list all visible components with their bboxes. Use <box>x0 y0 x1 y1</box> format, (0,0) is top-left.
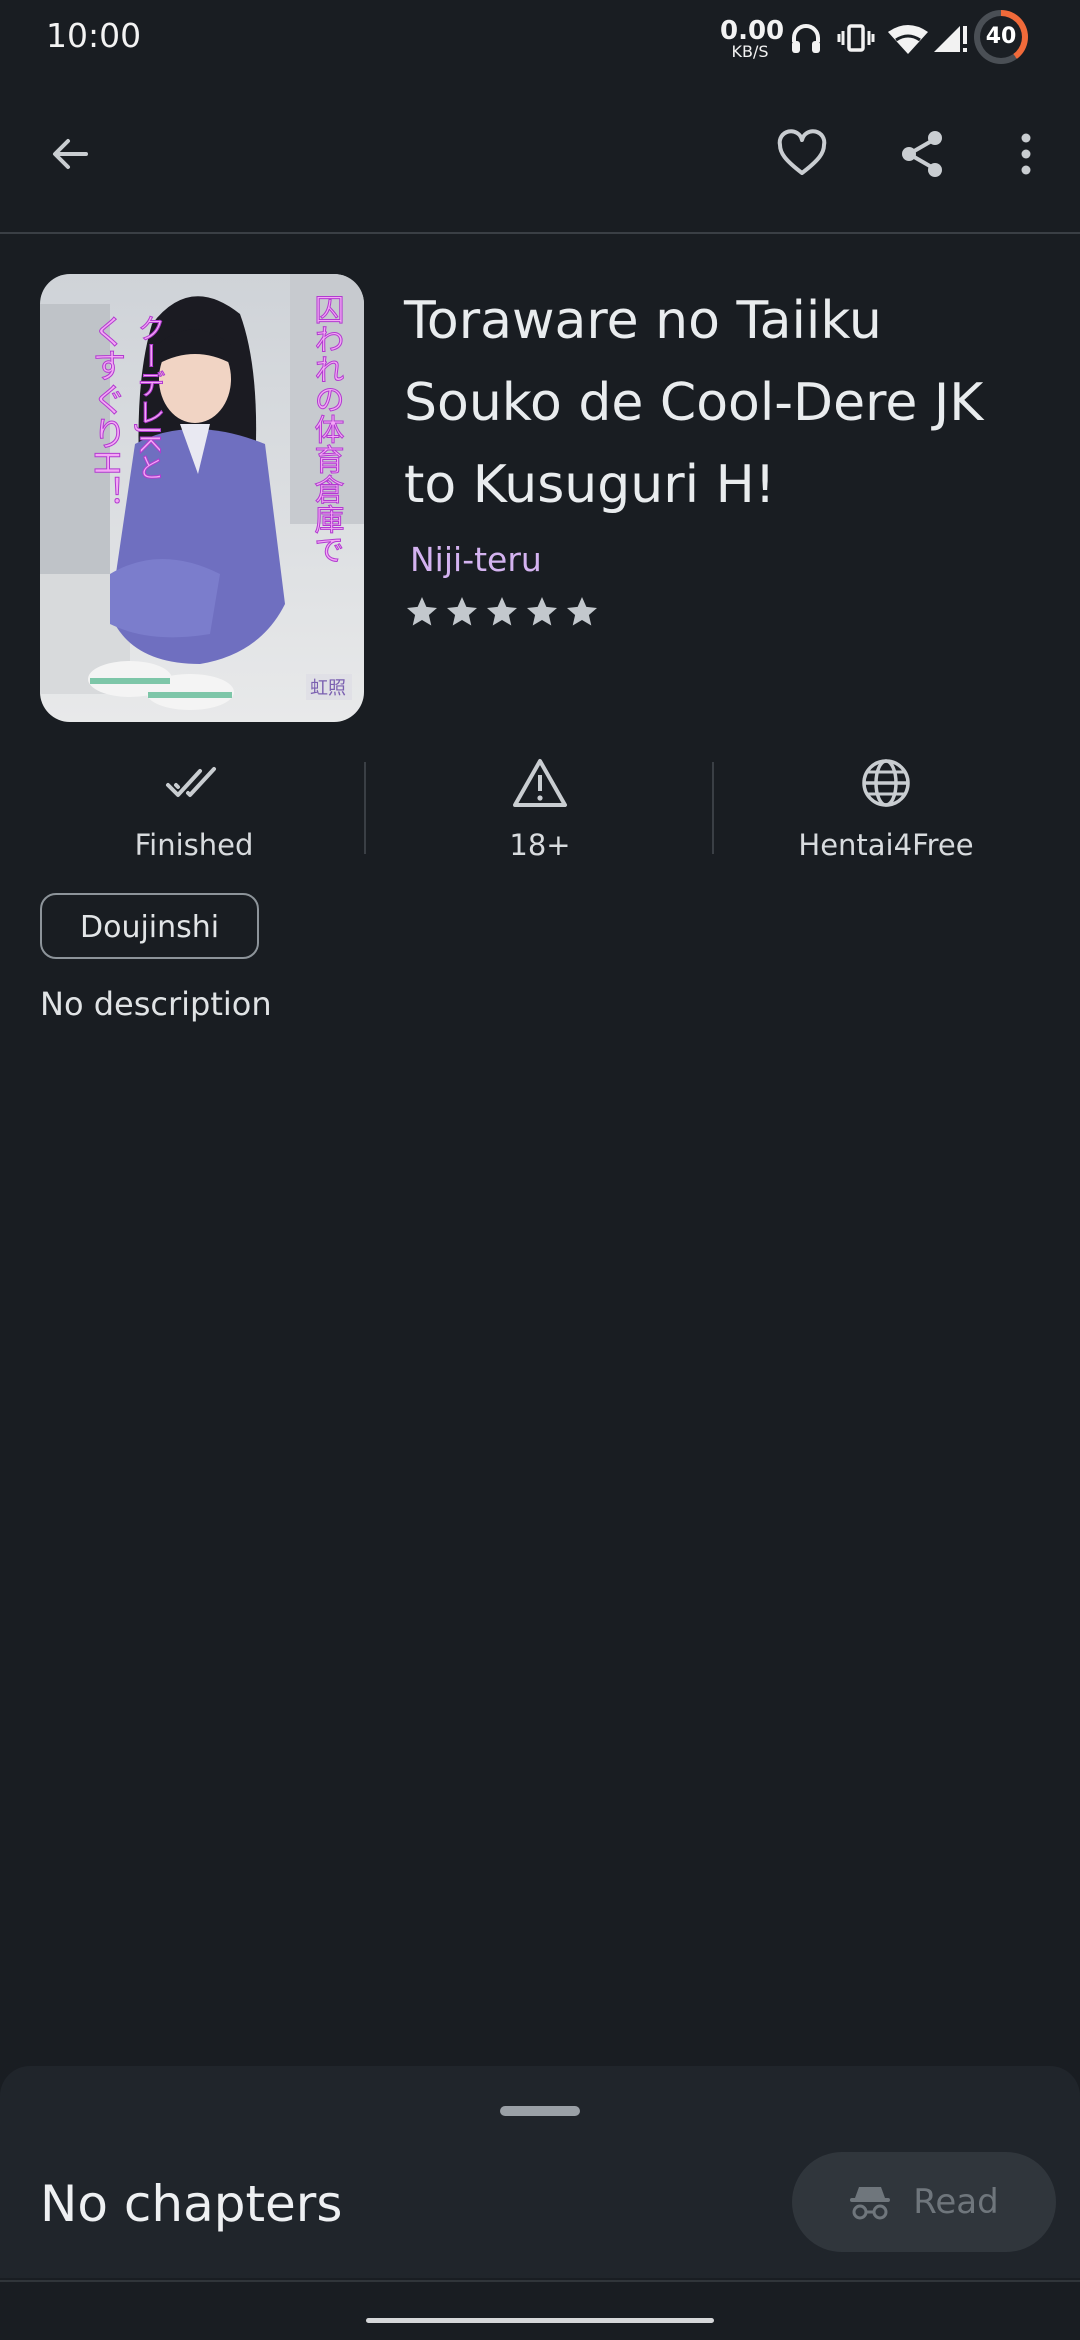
cover-title-vertical: 囚われの体育倉庫で <box>309 294 345 564</box>
description: No description <box>40 985 272 1023</box>
share-button[interactable] <box>886 118 958 190</box>
source-info[interactable]: Hentai4Free <box>736 752 1036 874</box>
arrow-left-icon <box>53 139 88 169</box>
age-rating-label: 18+ <box>509 828 571 862</box>
info-divider <box>712 762 714 854</box>
done-all-icon <box>166 767 216 797</box>
star-icon <box>447 597 477 626</box>
favorite-button[interactable] <box>766 118 838 190</box>
cover-illustration: 囚われの体育倉庫で クーデレJKと くすぐりH！ 虹照 <box>40 274 364 722</box>
bottom-divider <box>0 2280 1080 2282</box>
rating-stars <box>404 594 600 630</box>
status-info: Finished <box>44 752 344 874</box>
more-vertical-icon <box>1021 133 1031 175</box>
read-button[interactable]: Read <box>792 2152 1056 2252</box>
warning-icon <box>513 759 567 807</box>
back-button[interactable] <box>34 118 106 190</box>
sheet-drag-handle[interactable] <box>500 2106 580 2116</box>
globe-icon <box>862 759 910 807</box>
status-label: Finished <box>134 828 254 862</box>
wifi-icon <box>888 25 928 54</box>
network-speed: 0.00 KB/S <box>720 16 785 61</box>
vibrate-icon <box>837 24 875 52</box>
genre-chip[interactable]: Doujinshi <box>40 893 260 959</box>
heart-outline-icon <box>777 129 827 175</box>
info-divider <box>364 762 366 854</box>
manga-title: Toraware no Taiiku Souko de Cool-Dere JK… <box>404 291 984 515</box>
star-icon <box>567 597 597 626</box>
signal-icon <box>934 26 967 52</box>
star-icon <box>487 597 517 626</box>
headphones-icon <box>792 24 820 53</box>
cover-image[interactable]: 囚われの体育倉庫で クーデレJKと くすぐりH！ 虹照 <box>40 274 364 722</box>
toolbar-divider <box>0 232 1080 234</box>
svg-text:くすぐりH！: くすぐりH！ <box>86 314 126 510</box>
svg-text:クーデレJKと: クーデレJKと <box>134 314 167 481</box>
more-options-button[interactable] <box>990 118 1062 190</box>
star-icon <box>407 597 437 626</box>
cover-circle-name: 虹照 <box>310 678 346 699</box>
manga-author[interactable]: Niji-teru <box>410 540 542 579</box>
star-icon <box>527 597 557 626</box>
network-speed-value: 0.00 <box>720 16 785 46</box>
incognito-icon <box>850 2187 891 2220</box>
share-icon <box>902 131 942 177</box>
network-speed-unit: KB/S <box>731 42 769 61</box>
battery-level: 40 <box>980 16 1022 58</box>
gesture-navigation-bar[interactable] <box>366 2318 714 2323</box>
no-chapters-label: No chapters <box>40 2175 343 2233</box>
age-rating-info: 18+ <box>390 752 690 874</box>
read-button-label: Read <box>913 2182 999 2222</box>
status-time: 10:00 <box>46 16 142 55</box>
battery-indicator: 40 <box>974 10 1028 64</box>
source-label: Hentai4Free <box>798 828 974 862</box>
